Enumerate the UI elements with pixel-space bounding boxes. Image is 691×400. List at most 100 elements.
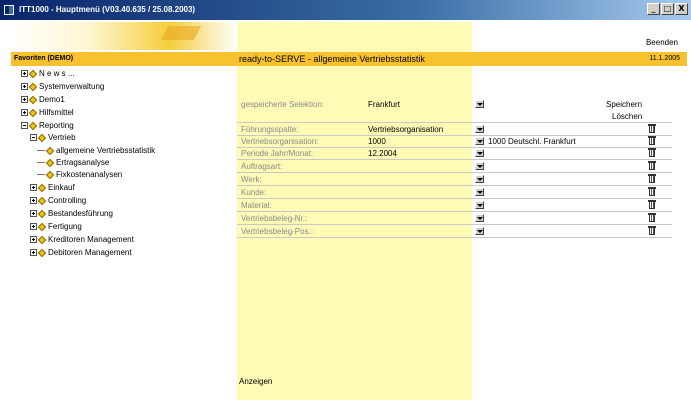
show-button[interactable]: Anzeigen xyxy=(239,377,272,386)
folder-icon xyxy=(28,108,38,117)
trash-icon[interactable] xyxy=(648,124,656,133)
field-label-vertriebsbeleg-nr: Vertriebsbeleg-Nr.: xyxy=(241,214,308,223)
tree-item-vertrieb[interactable]: Vertrieb xyxy=(30,132,76,143)
tree-item-label: allgemeine Vertriebsstatistik xyxy=(56,146,156,155)
window-title: ITT1000 - Hauptmenü (V03.40.635 / 25.08.… xyxy=(19,5,196,14)
folder-icon xyxy=(37,209,47,218)
saved-selection-dropdown-button[interactable] xyxy=(475,100,484,108)
row-divider xyxy=(237,122,672,123)
row-divider xyxy=(237,224,672,225)
tree-item-bestandesfuehrung[interactable]: Bestandesführung xyxy=(30,208,113,219)
expand-icon[interactable] xyxy=(30,236,37,243)
tree-item-label: Controlling xyxy=(48,196,87,205)
field-label-auftragsart: Auftragsart: xyxy=(241,162,283,171)
tree-item-fertigung[interactable]: Fertigung xyxy=(30,221,82,232)
expand-icon[interactable] xyxy=(21,70,28,77)
close-button[interactable]: X xyxy=(675,3,688,15)
expand-icon[interactable] xyxy=(30,197,37,204)
trash-icon[interactable] xyxy=(648,226,656,235)
saved-selection-value[interactable]: Frankfurt xyxy=(368,100,400,109)
folder-icon xyxy=(37,248,47,257)
tree-item-einkauf[interactable]: Einkauf xyxy=(30,182,75,193)
periode-dropdown-button[interactable] xyxy=(475,149,484,157)
row-divider xyxy=(237,211,672,212)
field-label-kunde: Kunde: xyxy=(241,188,267,197)
tree-item-controlling[interactable]: Controlling xyxy=(30,195,86,206)
material-dropdown-button[interactable] xyxy=(475,201,484,209)
trash-icon[interactable] xyxy=(648,187,656,196)
trash-icon[interactable] xyxy=(648,161,656,170)
trash-icon[interactable] xyxy=(648,148,656,157)
field-value-fuehrungsspalte[interactable]: Vertriebsorganisation xyxy=(368,125,443,134)
folder-icon xyxy=(37,183,47,192)
tree-item-label: Einkauf xyxy=(48,183,75,192)
row-divider xyxy=(237,159,672,160)
trash-icon[interactable] xyxy=(648,174,656,183)
tree-item-news[interactable]: N e w s ... xyxy=(21,68,75,79)
trash-icon[interactable] xyxy=(648,213,656,222)
tree-item-label: Fixkostenanalysen xyxy=(56,170,123,179)
tree-item-reporting[interactable]: Reporting xyxy=(21,120,74,131)
trash-icon[interactable] xyxy=(648,136,656,145)
page-date: 11.1.2005 xyxy=(649,55,680,62)
tree-item-label: N e w s ... xyxy=(39,69,75,78)
vertriebsbeleg-nr-dropdown-button[interactable] xyxy=(475,214,484,222)
trash-icon[interactable] xyxy=(648,200,656,209)
row-divider xyxy=(237,237,672,238)
tree-item-systemverwaltung[interactable]: Systemverwaltung xyxy=(21,81,104,92)
tree-item-label: Demo1 xyxy=(39,95,65,104)
favorites-label: Favoriten (DEMO) xyxy=(14,55,74,62)
field-value-periode[interactable]: 12.2004 xyxy=(368,149,397,158)
field-label-fuehrungsspalte: Führungsspalte: xyxy=(241,125,299,134)
werk-dropdown-button[interactable] xyxy=(475,175,484,183)
tree-item-label: Debitoren Management xyxy=(48,248,132,257)
folder-icon xyxy=(28,95,38,104)
vertriebsbeleg-pos-dropdown-button[interactable] xyxy=(475,227,484,235)
row-divider xyxy=(237,185,672,186)
folder-icon xyxy=(37,196,47,205)
header-actions: Beenden xyxy=(472,22,689,52)
collapse-icon[interactable] xyxy=(30,134,37,141)
field-value-vertriebsorganisation[interactable]: 1000 xyxy=(368,137,386,146)
expand-icon[interactable] xyxy=(30,223,37,230)
expand-icon[interactable] xyxy=(30,249,37,256)
tree-item-demo1[interactable]: Demo1 xyxy=(21,94,65,105)
folder-icon xyxy=(28,69,38,78)
maximize-button[interactable]: □ xyxy=(661,3,674,15)
expand-icon[interactable] xyxy=(30,210,37,217)
tree-item-label: Systemverwaltung xyxy=(39,82,105,91)
tree-connector xyxy=(37,162,45,163)
field-label-werk: Werk: xyxy=(241,175,262,184)
favorites-bar: Favoriten (DEMO) xyxy=(11,52,237,66)
tree-item-label: Vertrieb xyxy=(48,133,76,142)
report-icon xyxy=(45,170,55,179)
expand-icon[interactable] xyxy=(21,83,28,90)
delete-button[interactable]: Löschen xyxy=(612,112,642,121)
tree-item-allgemeine-vertriebsstatistik[interactable]: allgemeine Vertriebsstatistik xyxy=(37,145,155,156)
folder-icon xyxy=(37,235,47,244)
collapse-icon[interactable] xyxy=(21,122,28,129)
field-desc-vertriebsorganisation: 1000 Deutschl. Frankfurt xyxy=(488,137,576,146)
folder-icon xyxy=(28,121,38,130)
minimize-button[interactable]: _ xyxy=(647,3,660,15)
save-button[interactable]: Speichern xyxy=(606,100,642,109)
auftragsart-dropdown-button[interactable] xyxy=(475,162,484,170)
page-header-bar: ready-to-SERVE - allgemeine Vertriebssta… xyxy=(237,52,687,66)
expand-icon[interactable] xyxy=(30,184,37,191)
vertriebsorganisation-dropdown-button[interactable] xyxy=(475,137,484,145)
expand-icon[interactable] xyxy=(21,109,28,116)
field-label-material: Material: xyxy=(241,201,272,210)
tree-item-fixkostenanalysen[interactable]: Fixkostenanalysen xyxy=(37,169,122,180)
tree-item-debitoren-management[interactable]: Debitoren Management xyxy=(30,247,132,258)
tree-item-hilfsmittel[interactable]: Hilfsmittel xyxy=(21,107,74,118)
tree-item-kreditoren-management[interactable]: Kreditoren Management xyxy=(30,234,134,245)
exit-button[interactable]: Beenden xyxy=(646,38,678,47)
tree-item-label: Reporting xyxy=(39,121,74,130)
kunde-dropdown-button[interactable] xyxy=(475,188,484,196)
folder-icon xyxy=(37,133,47,142)
expand-icon[interactable] xyxy=(21,96,28,103)
tree-item-ertragsanalyse[interactable]: Ertragsanalyse xyxy=(37,157,109,168)
tree-item-label: Hilfsmittel xyxy=(39,108,74,117)
fuehrungsspalte-dropdown-button[interactable] xyxy=(475,125,484,133)
report-icon xyxy=(45,158,55,167)
